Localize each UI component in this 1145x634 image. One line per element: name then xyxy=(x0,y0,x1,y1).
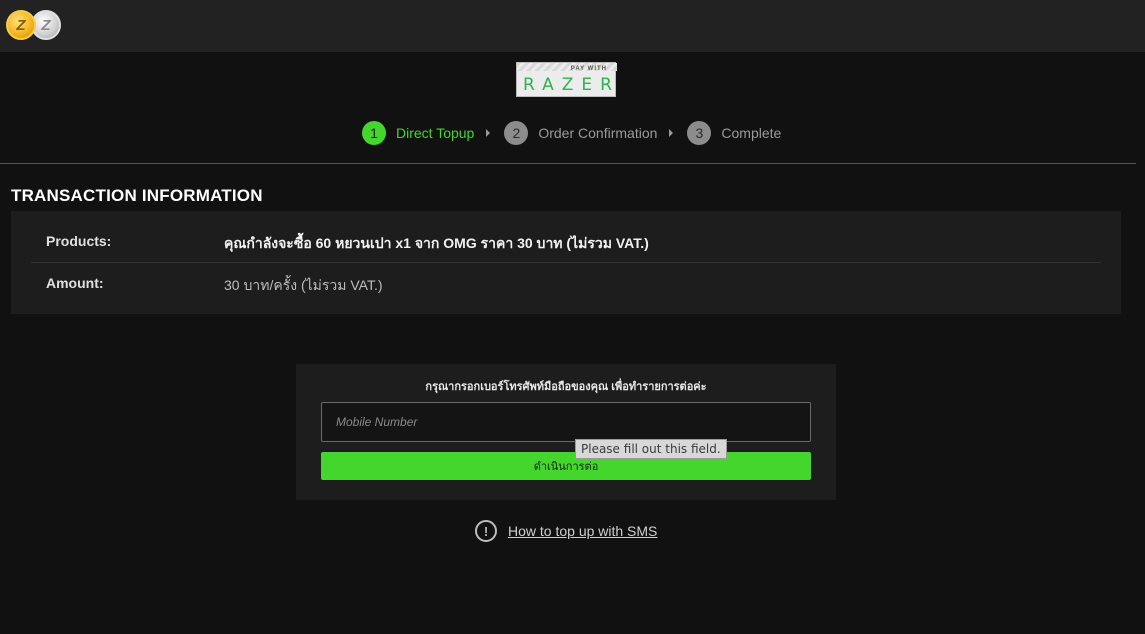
transaction-information-title: TRANSACTION INFORMATION xyxy=(11,186,263,205)
logo-pay-with-text: PAY WITH xyxy=(570,66,607,72)
pay-with-razer-logo: PAY WITH RAZER xyxy=(516,62,617,97)
zgold-coin-icon[interactable]: Z xyxy=(6,10,36,40)
sms-help-link[interactable]: How to top up with SMS xyxy=(508,523,657,539)
mobile-number-form: กรุณากรอกเบอร์โทรศัพท์มือถือของคุณ เพื่อ… xyxy=(296,364,836,500)
products-label: Products: xyxy=(46,233,112,249)
sms-help[interactable]: ! How to top up with SMS xyxy=(475,520,657,542)
step-complete: 3 Complete xyxy=(687,121,781,145)
zsilver-coin-letter: Z xyxy=(41,16,51,34)
step-arrow-icon xyxy=(669,129,674,137)
step-label: Complete xyxy=(721,125,782,141)
step-direct-topup: 1 Direct Topup xyxy=(362,121,474,145)
step-number: 2 xyxy=(504,121,529,145)
step-number: 3 xyxy=(687,121,712,145)
validation-tooltip: Please fill out this field. xyxy=(575,439,727,459)
top-bar: Z Z xyxy=(0,0,1145,52)
transaction-info-panel: Products: คุณกำลังจะซื้อ 60 หยวนเปา x1 จ… xyxy=(11,211,1121,314)
form-instruction: กรุณากรอกเบอร์โทรศัพท์มือถือของคุณ เพื่อ… xyxy=(425,381,707,393)
step-label: Order Confirmation xyxy=(538,125,658,141)
step-arrow-icon xyxy=(486,129,491,137)
zgold-coin-letter: Z xyxy=(16,16,26,34)
step-label: Direct Topup xyxy=(396,125,475,141)
products-value: คุณกำลังจะซื้อ 60 หยวนเปา x1 จาก OMG ราค… xyxy=(224,235,649,251)
products-row: Products: คุณกำลังจะซื้อ 60 หยวนเปา x1 จ… xyxy=(11,233,1121,253)
info-row-divider xyxy=(31,262,1101,263)
progress-steps: 1 Direct Topup 2 Order Confirmation 3 Co… xyxy=(362,121,781,145)
step-order-confirmation: 2 Order Confirmation xyxy=(504,121,657,145)
step-number: 1 xyxy=(362,121,386,145)
mobile-number-input[interactable] xyxy=(321,402,811,442)
amount-value: 30 บาท/ครั้ง (ไม่รวม VAT.) xyxy=(224,277,383,293)
exclamation-circle-icon: ! xyxy=(475,520,497,542)
amount-row: Amount: 30 บาท/ครั้ง (ไม่รวม VAT.) xyxy=(11,275,1121,295)
header-divider xyxy=(0,163,1136,164)
proceed-button[interactable]: ดำเนินการต่อ xyxy=(321,452,811,480)
amount-label: Amount: xyxy=(46,275,104,291)
logo-brand-text: RAZER xyxy=(523,75,620,95)
